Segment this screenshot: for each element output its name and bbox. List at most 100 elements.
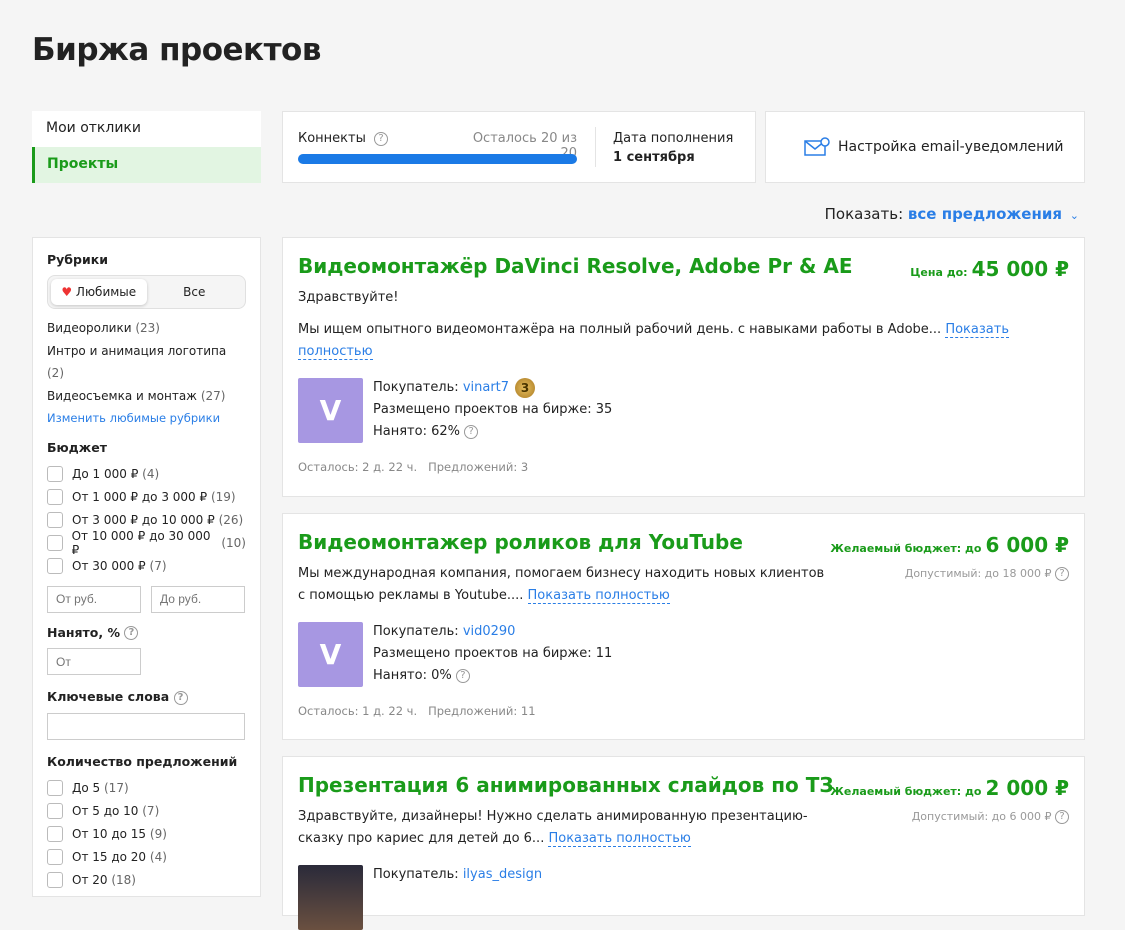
help-icon[interactable]: ?: [173, 690, 188, 705]
tab-all[interactable]: Все: [147, 279, 243, 305]
project-card: Презентация 6 анимированных слайдов по Т…: [282, 756, 1085, 930]
email-settings-button[interactable]: Настройка email-уведомлений: [765, 111, 1085, 183]
help-icon[interactable]: ?: [1055, 810, 1069, 824]
option-count: (10): [221, 536, 246, 550]
checkbox[interactable]: [47, 826, 63, 842]
rubric-item[interactable]: Видеосъемка и монтаж (27): [47, 385, 246, 408]
help-icon[interactable]: ?: [124, 626, 139, 640]
description-text: Здравствуйте, дизайнеры! Нужно сделать а…: [298, 809, 808, 824]
option-count: (26): [218, 513, 244, 527]
nav-projects[interactable]: Проекты: [32, 147, 261, 183]
option-label: От 10 до 15: [72, 827, 147, 841]
connects-progress: [298, 154, 577, 164]
checkbox[interactable]: [47, 872, 63, 888]
project-greeting: Здравствуйте!: [298, 290, 399, 305]
buyer-label: Покупатель:: [373, 867, 459, 882]
connects-panel: Коннекты ? Осталось 20 из 20 Дата пополн…: [282, 111, 756, 183]
help-icon[interactable]: ?: [464, 424, 479, 439]
level-badge-icon: 3: [515, 377, 536, 398]
option-label: До 5: [72, 781, 101, 795]
rubric-item[interactable]: Интро и анимация логотипа (2): [47, 340, 246, 385]
option-count: (7): [142, 804, 160, 818]
time-left: Осталось: 1 д. 22 ч.: [298, 704, 418, 718]
buyer-link[interactable]: vinart7: [463, 380, 509, 395]
keywords-title: Ключевые слова: [47, 689, 170, 704]
show-label: Показать:: [824, 205, 904, 223]
budget-to-input[interactable]: [151, 585, 245, 613]
checkbox[interactable]: [47, 558, 63, 574]
option-label: От 3 000 ₽ до 10 000 ₽: [72, 513, 215, 527]
checkbox[interactable]: [47, 535, 63, 551]
show-filter[interactable]: Показать: все предложения ⌄: [825, 205, 1079, 223]
buyer-link[interactable]: ilyas_design: [463, 867, 542, 882]
option-label: От 10 000 ₽ до 30 000 ₽: [71, 529, 211, 557]
avatar[interactable]: V: [298, 378, 363, 443]
heart-icon: ♥: [61, 285, 73, 299]
avatar-photo[interactable]: [298, 865, 363, 930]
checkbox[interactable]: [47, 512, 63, 528]
buyer-label: Покупатель:: [373, 380, 459, 395]
option-count: (18): [111, 873, 136, 887]
remaining-label: Осталось: [472, 131, 537, 146]
buyer-projects-posted: Размещено проектов на бирже: 35: [373, 402, 613, 417]
rubric-name: Интро и анимация логотипа: [47, 343, 227, 358]
hired-title: Нанято, %: [47, 624, 121, 640]
show-more-link[interactable]: Показать полностью: [548, 831, 691, 847]
hired-from-input[interactable]: [47, 648, 141, 675]
avatar[interactable]: V: [298, 622, 363, 687]
rubric-item[interactable]: Видеоролики (23): [47, 317, 246, 340]
price-value: 45 000 ₽: [971, 257, 1069, 281]
budget-checkbox-item[interactable]: До 1 000 ₽ (4): [47, 463, 246, 486]
option-label: От 5 до 10: [72, 804, 139, 818]
allowed-budget: Допустимый: до 6 000 ₽: [911, 810, 1052, 823]
option-count: (19): [210, 490, 236, 504]
tab-favorites[interactable]: ♥ Любимые: [51, 279, 147, 305]
connects-label: Коннекты: [298, 131, 366, 146]
rubric-name: Видеоролики: [47, 321, 132, 335]
show-more-link[interactable]: Показать полностью: [527, 588, 670, 604]
rubric-count: (27): [200, 388, 226, 403]
offers-checkbox-item[interactable]: От 10 до 15 (9): [47, 823, 246, 846]
price-label: Желаемый бюджет: до: [830, 785, 982, 798]
offers-checkbox-item[interactable]: От 5 до 10 (7): [47, 800, 246, 823]
rubrics-title: Рубрики: [47, 252, 108, 267]
help-icon[interactable]: ?: [374, 131, 389, 146]
project-price: Желаемый бюджет: до 2 000 ₽: [830, 776, 1069, 800]
tab-favorites-label: Любимые: [75, 285, 137, 299]
option-label: От 1 000 ₽ до 3 000 ₽: [72, 490, 208, 504]
checkbox[interactable]: [47, 803, 63, 819]
checkbox[interactable]: [47, 780, 63, 796]
budget-checkbox-item[interactable]: От 1 000 ₽ до 3 000 ₽ (19): [47, 486, 246, 509]
buyer-hired: Нанято: 0%: [373, 668, 452, 683]
help-icon[interactable]: ?: [1055, 567, 1069, 581]
option-label: От 20: [72, 873, 108, 887]
offers-count: Предложений: 11: [428, 704, 536, 718]
option-label: До 1 000 ₽: [72, 467, 139, 481]
option-count: (9): [149, 827, 167, 841]
checkbox[interactable]: [47, 849, 63, 865]
buyer-projects-posted: Размещено проектов на бирже: 11: [373, 646, 613, 661]
budget-checkbox-item[interactable]: От 30 000 ₽ (7): [47, 555, 246, 578]
offers-checkbox-item[interactable]: От 15 до 20 (4): [47, 846, 246, 869]
show-more-link[interactable]: полностью: [298, 344, 373, 360]
budget-from-input[interactable]: [47, 585, 141, 613]
checkbox[interactable]: [47, 466, 63, 482]
edit-favorite-rubrics-link[interactable]: Изменить любимые рубрики: [47, 407, 246, 430]
show-value[interactable]: все предложения: [908, 205, 1062, 223]
nav-my-responses[interactable]: Мои отклики: [32, 111, 261, 147]
keywords-input[interactable]: [47, 712, 245, 740]
option-label: От 30 000 ₽: [72, 559, 146, 573]
checkbox[interactable]: [47, 489, 63, 505]
offers-checkbox-item[interactable]: До 5 (17): [47, 777, 246, 800]
buyer-link[interactable]: vid0290: [463, 624, 516, 639]
option-count: (7): [149, 559, 167, 573]
budget-checkbox-item[interactable]: От 10 000 ₽ до 30 000 ₽ (10): [47, 529, 246, 557]
price-value: 2 000 ₽: [985, 776, 1069, 800]
offers-checkbox-item[interactable]: От 20 (18): [47, 869, 246, 892]
description-text: с помощью рекламы в Youtube....: [298, 588, 524, 603]
show-more-link[interactable]: Показать: [945, 322, 1009, 338]
description-text: Мы ищем опытного видеомонтажёра на полны…: [298, 322, 942, 337]
price-value: 6 000 ₽: [985, 533, 1069, 557]
project-description: Мы ищем опытного видеомонтажёра на полны…: [298, 319, 1018, 363]
help-icon[interactable]: ?: [455, 668, 470, 683]
